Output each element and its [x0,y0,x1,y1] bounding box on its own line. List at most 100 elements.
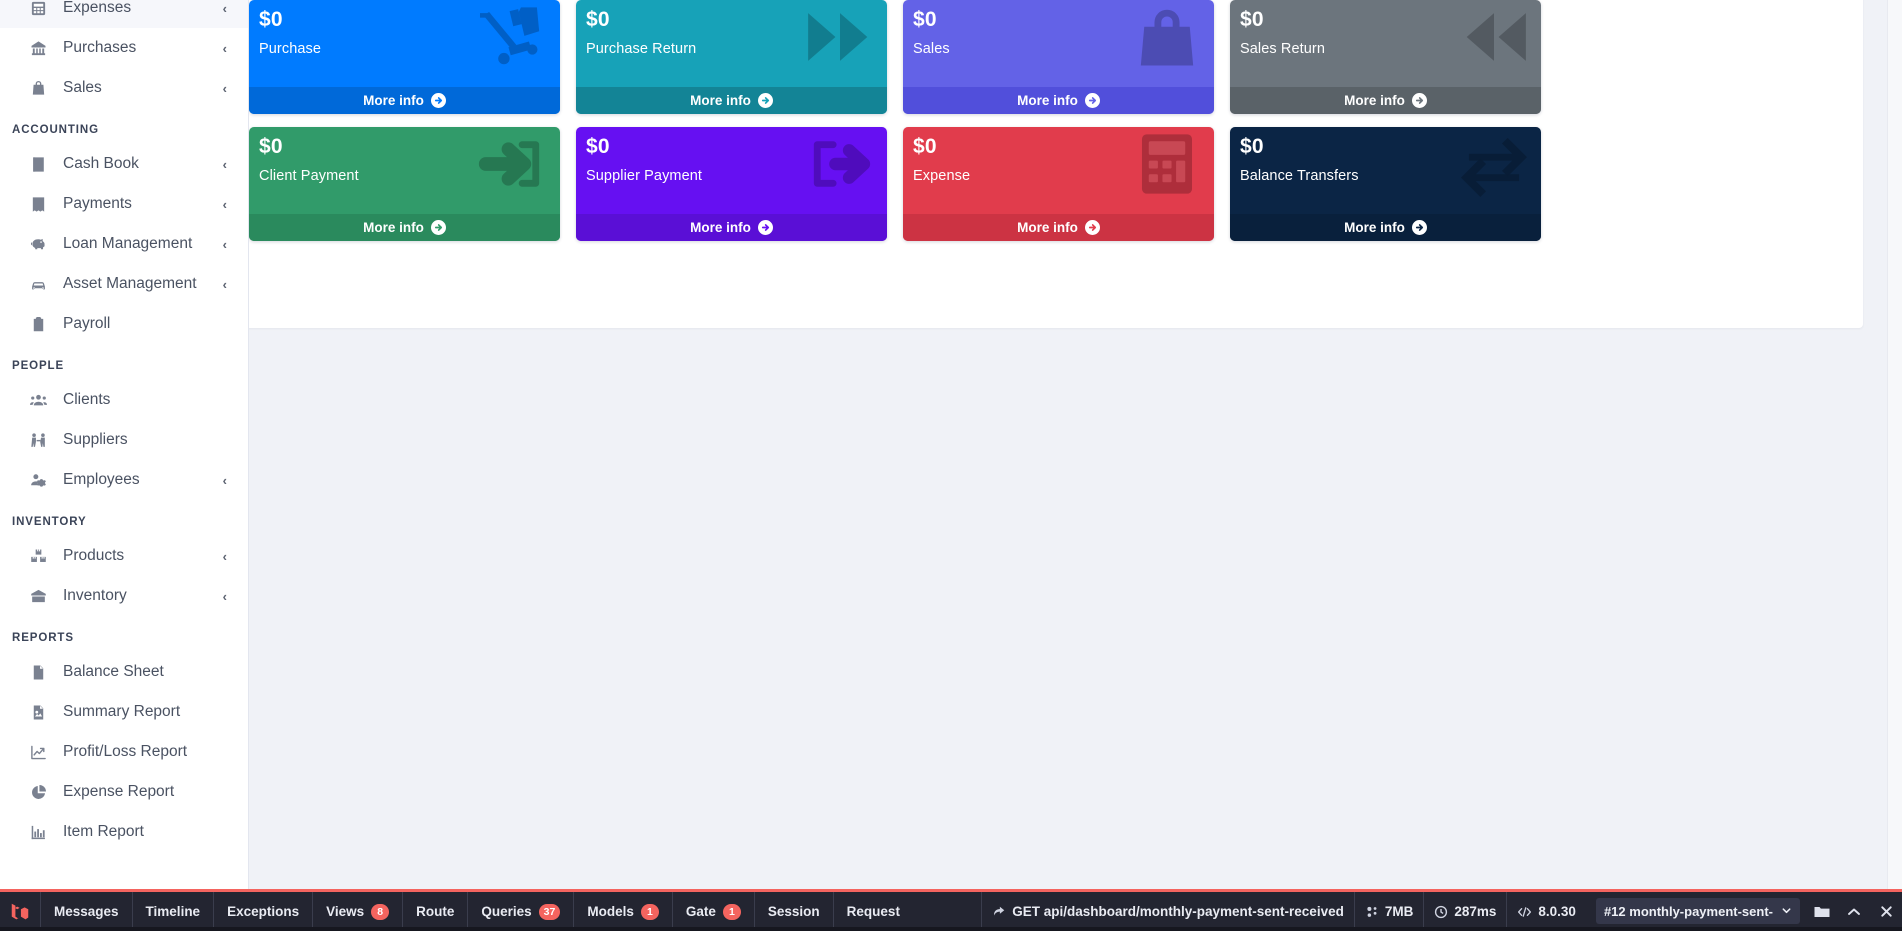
sidebar-item-label: Cash Book [63,155,139,173]
debugbar-memory[interactable]: 7MB [1353,892,1424,931]
debugbar-tab-exceptions[interactable]: Exceptions [213,892,312,931]
sidebar-item-loan-management[interactable]: Loan Management ‹ [0,224,248,264]
summary-card-more-info-button[interactable]: More info [249,87,560,114]
sidebar-item-asset-management[interactable]: Asset Management ‹ [0,264,248,304]
summary-card-sales[interactable]: $0 Sales More info [903,0,1214,114]
sidebar-item-label: Products [63,547,125,565]
summary-card-more-info-button[interactable]: More info [1230,214,1541,241]
sidebar-item-suppliers[interactable]: Suppliers [0,420,248,460]
close-icon[interactable] [1870,892,1902,931]
summary-card-purchase[interactable]: $0 Purchase More info [249,0,560,114]
sidebar-section-title-reports: REPORTS [12,632,74,644]
sidebar-item-sales[interactable]: Sales ‹ [0,68,248,108]
summary-card-more-info-button[interactable]: More info [576,87,887,114]
sidebar-item-expenses[interactable]: Expenses ‹ [0,0,248,28]
debugbar-tab-timeline[interactable]: Timeline [131,892,214,931]
debugbar-tab-gate[interactable]: Gate 1 [671,892,754,931]
chevron-left-icon[interactable]: ‹ [215,2,227,15]
debugbar-php-version[interactable]: 8.0.30 [1506,892,1586,931]
summary-card-client-payment[interactable]: $0 Client Payment More info [249,127,560,241]
debugbar-tab-label: Timeline [145,904,201,919]
balance-sheet-icon [30,663,52,681]
asset-icon [30,275,52,293]
chevron-left-icon[interactable]: ‹ [215,158,227,171]
debugbar-tabs[interactable]: Messages Timeline Exceptions Views 8 Route Que… [40,892,913,931]
debugbar-time[interactable]: 287ms [1423,892,1506,931]
exchange-icon [1457,131,1531,197]
sidebar-item-profit-loss-report[interactable]: Profit/Loss Report [0,732,248,772]
chevron-left-icon[interactable]: ‹ [215,474,227,487]
debugbar-tab-request[interactable]: Request [832,892,913,931]
more-info-label: More info [363,220,424,235]
sidebar-item-label: Asset Management [63,275,197,293]
sidebar-item-cash-book[interactable]: Cash Book ‹ [0,144,248,184]
summary-card-label: Sales Return [1240,41,1326,57]
sidebar-item-balance-sheet[interactable]: Balance Sheet [0,652,248,692]
chevron-left-icon[interactable]: ‹ [215,278,227,291]
summary-card-more-info-button[interactable]: More info [249,214,560,241]
sidebar-item-employees[interactable]: Employees ‹ [0,460,248,500]
content-scrollbar[interactable] [1887,0,1902,889]
memory-icon [1365,905,1379,919]
more-info-label: More info [690,93,751,108]
summary-card-more-info-button[interactable]: More info [903,214,1214,241]
summary-card-balance-transfers[interactable]: $0 Balance Transfers More info [1230,127,1541,241]
share-arrow-icon [992,905,1006,919]
debugbar-tab-views[interactable]: Views 8 [312,892,402,931]
shopping-bag-icon [1130,4,1204,70]
chevron-left-icon[interactable]: ‹ [215,42,227,55]
sidebar-item-label: Suppliers [63,431,128,449]
sidebar-section-title-accounting: ACCOUNTING [12,124,99,136]
content-scrollbar-thumb[interactable] [1890,2,1901,320]
debugbar-tab-session[interactable]: Session [753,892,833,931]
summary-card-label: Sales [913,41,950,57]
summary-card-supplier-payment[interactable]: $0 Supplier Payment More info [576,127,887,241]
arrow-right-circle-icon [1084,220,1100,235]
chevron-left-icon[interactable]: ‹ [215,198,227,211]
debugbar-tab-queries[interactable]: Queries 37 [467,892,573,931]
sidebar-item-expense-report[interactable]: Expense Report [0,772,248,812]
laravel-debugbar[interactable]: Messages Timeline Exceptions Views 8 Route Que… [0,889,1902,931]
debugbar-request-path[interactable]: GET api/dashboard/monthly-payment-sent-r… [981,892,1354,931]
dolly-truck-icon [476,4,550,70]
debugbar-tab-messages[interactable]: Messages [40,892,132,931]
summary-card-purchase-return[interactable]: $0 Purchase Return More info [576,0,887,114]
chevron-up-icon[interactable] [1838,892,1870,931]
sidebar-item-label: Item Report [63,823,144,841]
chevron-left-icon[interactable]: ‹ [215,82,227,95]
summary-card-sales-return[interactable]: $0 Sales Return More info [1230,0,1541,114]
summary-card-value: $0 [913,8,937,31]
debugbar-tab-label: Request [846,904,900,919]
chevron-left-icon[interactable]: ‹ [215,238,227,251]
summary-card-value: $0 [1240,135,1264,158]
summary-card-expense[interactable]: $0 Expense More info [903,127,1214,241]
chevron-down-icon [1781,904,1792,919]
more-info-label: More info [690,220,751,235]
arrow-right-circle-icon [757,93,773,108]
chevron-left-icon[interactable]: ‹ [215,550,227,563]
sidebar-item-item-report[interactable]: Item Report [0,812,248,852]
debugbar-history-select[interactable]: #12 monthly-payment-sent- [1595,898,1800,924]
debugbar-tab-badge: 37 [538,903,561,920]
arrow-right-circle-icon [1411,220,1427,235]
code-brackets-icon [1517,905,1532,919]
sign-out-arrow-icon [803,131,877,197]
sidebar-item-inventory[interactable]: Inventory ‹ [0,576,248,616]
debugbar-tab-models[interactable]: Models 1 [573,892,672,931]
debugbar-tab-badge: 8 [371,903,390,920]
sidebar-item-products[interactable]: Products ‹ [0,536,248,576]
summary-card-more-info-button[interactable]: More info [903,87,1214,114]
summary-card-more-info-button[interactable]: More info [1230,87,1541,114]
payments-icon [30,195,52,213]
sidebar-navigation[interactable]: Expenses ‹ Purchases ‹ Sales ‹ ACCOUNTING Cash … [0,0,249,889]
sidebar-item-summary-report[interactable]: Summary Report [0,692,248,732]
summary-card-more-info-button[interactable]: More info [576,214,887,241]
chevron-left-icon[interactable]: ‹ [215,590,227,603]
sidebar-item-purchases[interactable]: Purchases ‹ [0,28,248,68]
summary-card-label: Purchase [259,41,322,57]
sidebar-item-payments[interactable]: Payments ‹ [0,184,248,224]
debugbar-tab-route[interactable]: Route [402,892,467,931]
folder-icon[interactable] [1806,892,1838,931]
sidebar-item-clients[interactable]: Clients [0,380,248,420]
sidebar-item-payroll[interactable]: Payroll [0,304,248,344]
